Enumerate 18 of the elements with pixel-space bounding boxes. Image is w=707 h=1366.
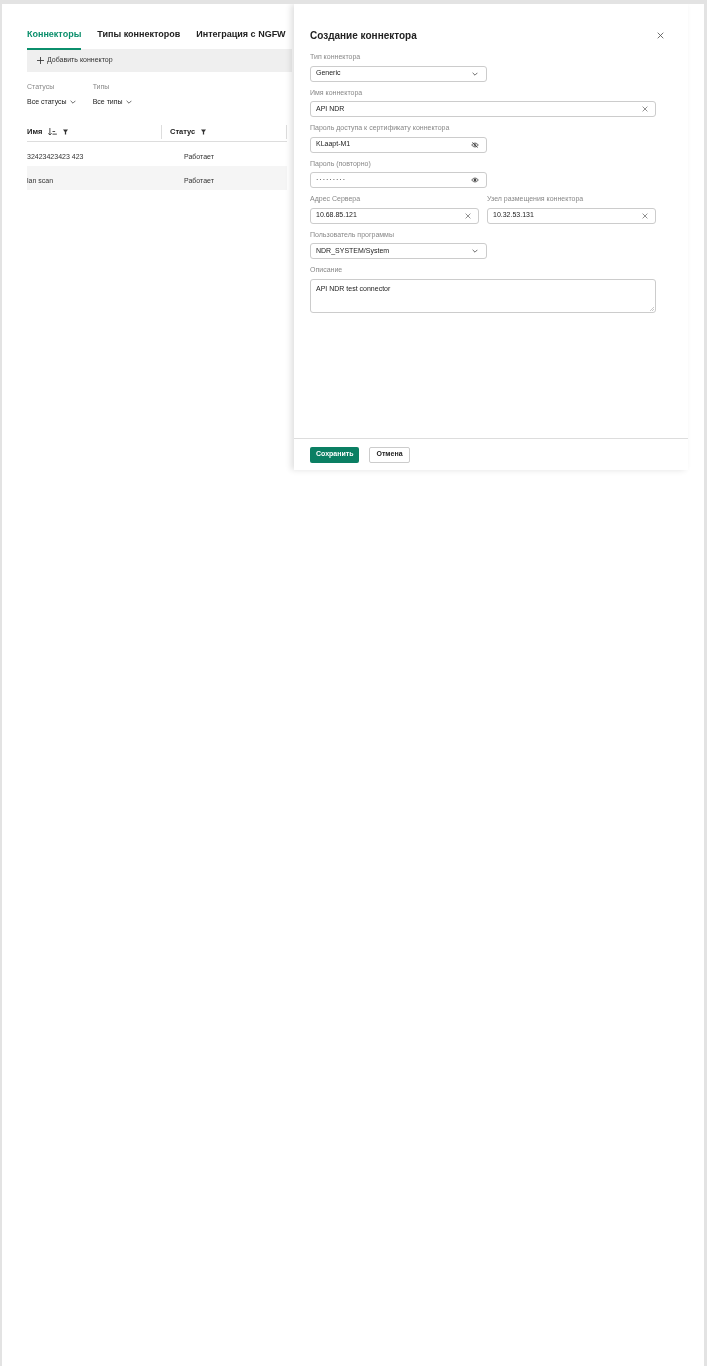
clear-icon[interactable] [642,212,648,219]
clear-icon[interactable] [465,212,471,219]
eye-slash-icon[interactable] [471,141,479,148]
chevron-down-icon [472,249,478,253]
drawer-title: Создание коннектора [310,29,417,43]
tab[interactable]: Интеграция с NGFW [196,24,286,50]
eye-icon[interactable] [471,177,479,183]
resize-handle-icon[interactable] [650,306,654,311]
clear-icon[interactable] [642,106,648,112]
filter-icon[interactable] [201,128,207,135]
sort-icon[interactable] [48,128,58,135]
plus-icon [37,57,44,64]
chevron-down-icon [69,99,76,104]
chevron-down-icon [472,71,478,76]
filter-icon[interactable] [63,128,69,135]
chevron-down-icon [125,99,132,104]
close-button[interactable] [657,32,664,39]
tab[interactable]: Типы коннекторов [97,24,181,50]
